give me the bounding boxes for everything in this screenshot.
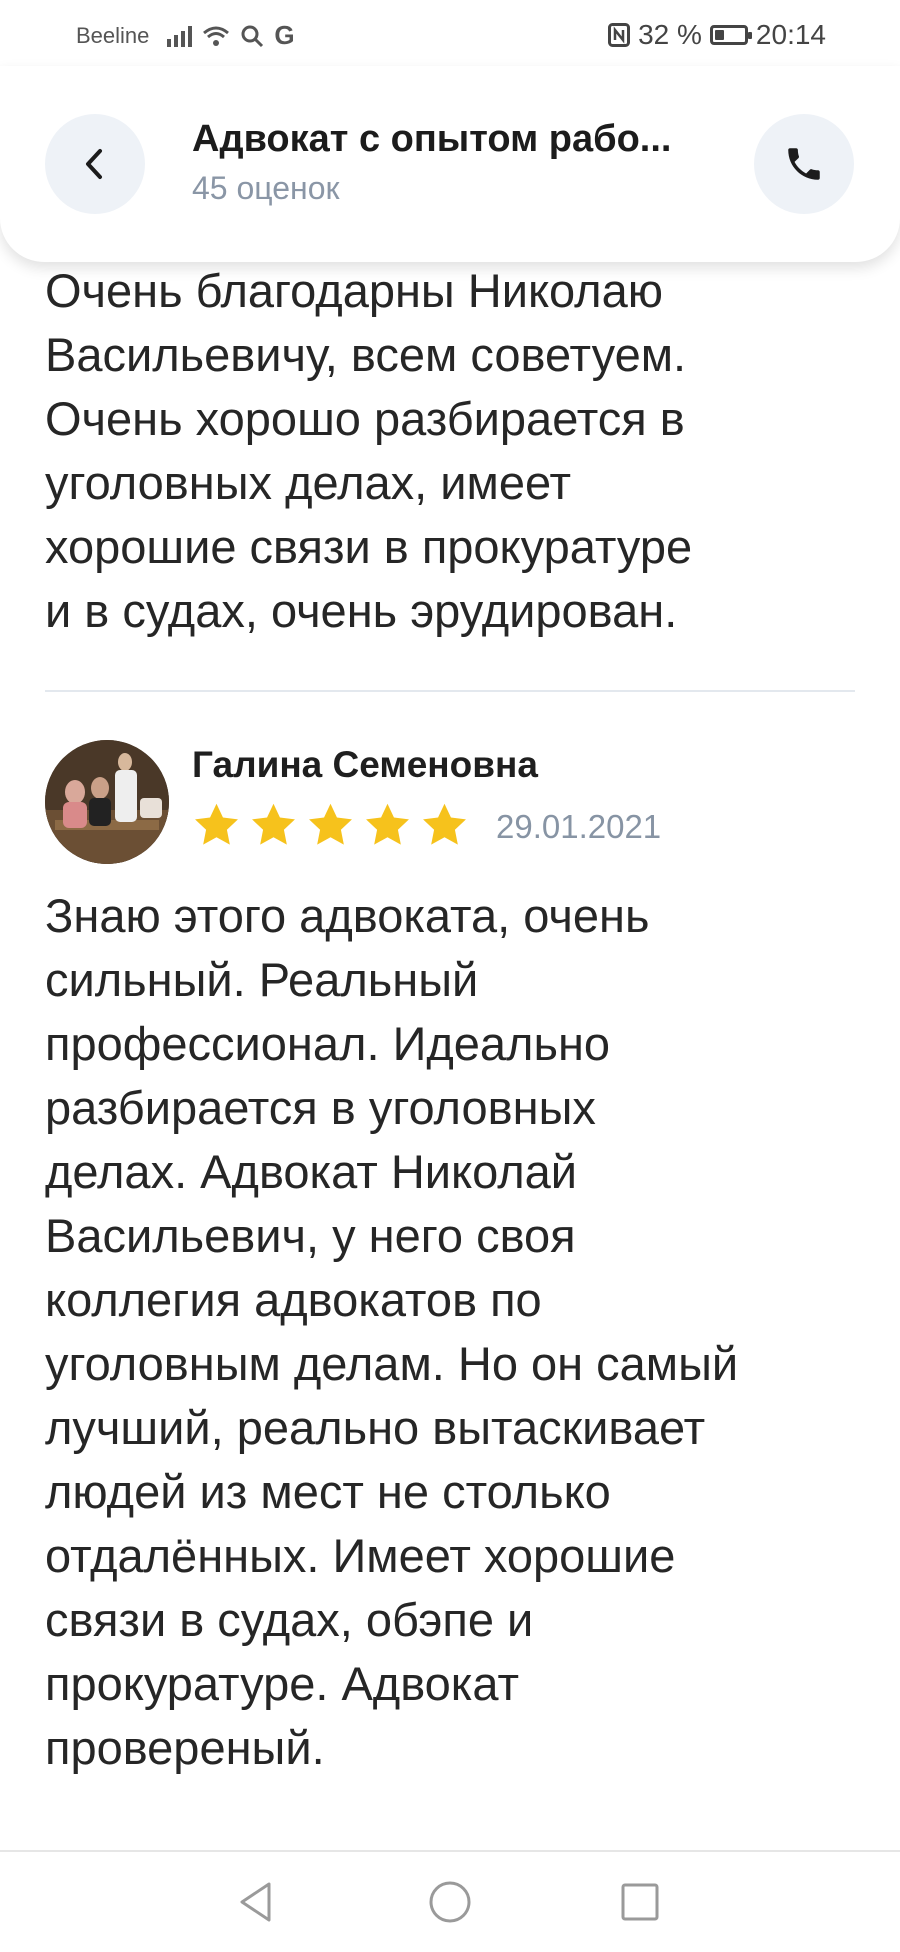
status-left: Beeline G <box>76 20 295 51</box>
review-text: Очень благодарны Николаю Васильевичу, вс… <box>45 264 693 637</box>
nav-back-button[interactable] <box>230 1876 282 1928</box>
review-date: 29.01.2021 <box>496 808 662 845</box>
status-bar: Beeline G 32 % 20:14 <box>0 0 900 66</box>
wifi-icon <box>203 26 230 46</box>
back-button[interactable] <box>45 114 145 214</box>
nav-recents-icon <box>621 1883 659 1921</box>
battery-icon <box>709 25 752 45</box>
clock: 20:14 <box>755 19 826 50</box>
star-icon <box>423 803 466 845</box>
rating-stars <box>190 800 471 850</box>
divider <box>45 690 855 692</box>
ratings-count: 45 оценок <box>192 170 340 206</box>
review-text: Знаю этого адвоката, очень сильный. Реал… <box>45 889 739 1774</box>
review-author: Галина Семеновна <box>192 744 538 785</box>
search-icon <box>241 25 264 47</box>
system-nav-bar <box>0 1850 900 1952</box>
star-icon <box>366 803 409 845</box>
network-letter: G <box>274 20 295 50</box>
battery-percent: 32 % <box>638 19 702 50</box>
carrier-label: Beeline <box>76 22 150 48</box>
status-right: 32 % 20:14 <box>608 19 826 51</box>
star-icon <box>195 803 238 845</box>
star-icon <box>252 803 295 845</box>
nav-home-icon <box>429 1881 471 1923</box>
phone-icon <box>788 148 820 180</box>
star-icon <box>309 803 352 845</box>
nav-recents-button[interactable] <box>614 1876 666 1928</box>
back-arrow-icon <box>86 149 102 179</box>
page-title: Адвокат с опытом рабо... <box>192 118 672 160</box>
signal-icon <box>167 25 193 47</box>
avatar[interactable] <box>45 740 169 864</box>
header-card: Адвокат с опытом рабо... 45 оценок <box>0 66 900 262</box>
nfc-icon <box>608 23 631 47</box>
nav-home-button[interactable] <box>424 1876 476 1928</box>
call-button[interactable] <box>754 114 854 214</box>
nav-back-icon <box>240 1882 271 1922</box>
